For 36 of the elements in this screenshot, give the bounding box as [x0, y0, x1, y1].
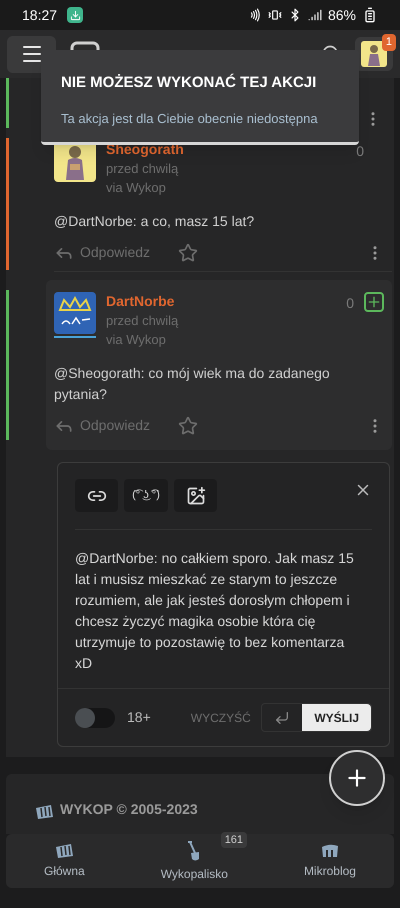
nav-tab[interactable]: Mikroblog	[304, 842, 356, 880]
post-source: via Wykop	[106, 331, 167, 349]
favorite-icon[interactable]	[178, 242, 198, 262]
logo-icon	[54, 842, 74, 858]
count-badge: 161	[220, 832, 248, 848]
favorite-icon[interactable]	[178, 416, 198, 436]
microblog-icon	[320, 842, 340, 858]
add-photo-icon	[186, 486, 206, 506]
comment-text: @Sheogorath: co mój wiek ma do zadanego pytania?	[54, 364, 331, 404]
author-name[interactable]: DartNorbe	[106, 292, 336, 311]
post-source: via Wykop	[106, 179, 167, 197]
post-time: przed chwilą	[106, 160, 180, 178]
post-time: przed chwilą	[106, 312, 180, 330]
toast-title: NIE MOŻESZ WYKONAĆ TEJ AKCJI	[61, 72, 318, 93]
toast-message: Ta akcja jest dla Ciebie obecnie niedostępna	[61, 110, 319, 128]
copyright: WYKOP © 2005-2023	[60, 800, 198, 819]
notification-badge: 1	[382, 34, 396, 50]
clock: 18:27	[22, 6, 58, 24]
battery-level: 86%	[328, 6, 356, 24]
comment-text: @DartNorbe: a co, masz 15 lat?	[54, 212, 256, 231]
logo-icon	[34, 804, 54, 820]
nav-tab[interactable]: Główna	[44, 842, 85, 880]
emoticon-button[interactable]: (͡° ͜ʖ ͡°)	[124, 479, 168, 512]
comment-input[interactable]: @DartNorbe: no całkiem sporo. Jak masz 15 lat i musisz mieszkać ze starym to jeszcze rozumiem, ale jak jesteś dorosłym chłopem i chcesz życzyć magika osobie która cię utrzymuje to pozostawię to bez komentarza xD	[58, 530, 389, 688]
add-photo-button[interactable]	[174, 479, 217, 512]
vote-count: 0	[346, 294, 354, 313]
adult-toggle[interactable]	[75, 708, 115, 728]
vote-count: 0	[356, 142, 364, 161]
download-notification-icon	[67, 7, 84, 23]
link-button[interactable]	[75, 479, 118, 512]
signal-icon	[308, 8, 322, 22]
send-button[interactable]: WYŚLIJ	[302, 704, 371, 731]
vibrate-icon	[268, 8, 282, 22]
enter-icon[interactable]	[274, 710, 290, 726]
adult-label: 18+	[127, 708, 151, 727]
upvote-icon[interactable]	[364, 292, 384, 312]
